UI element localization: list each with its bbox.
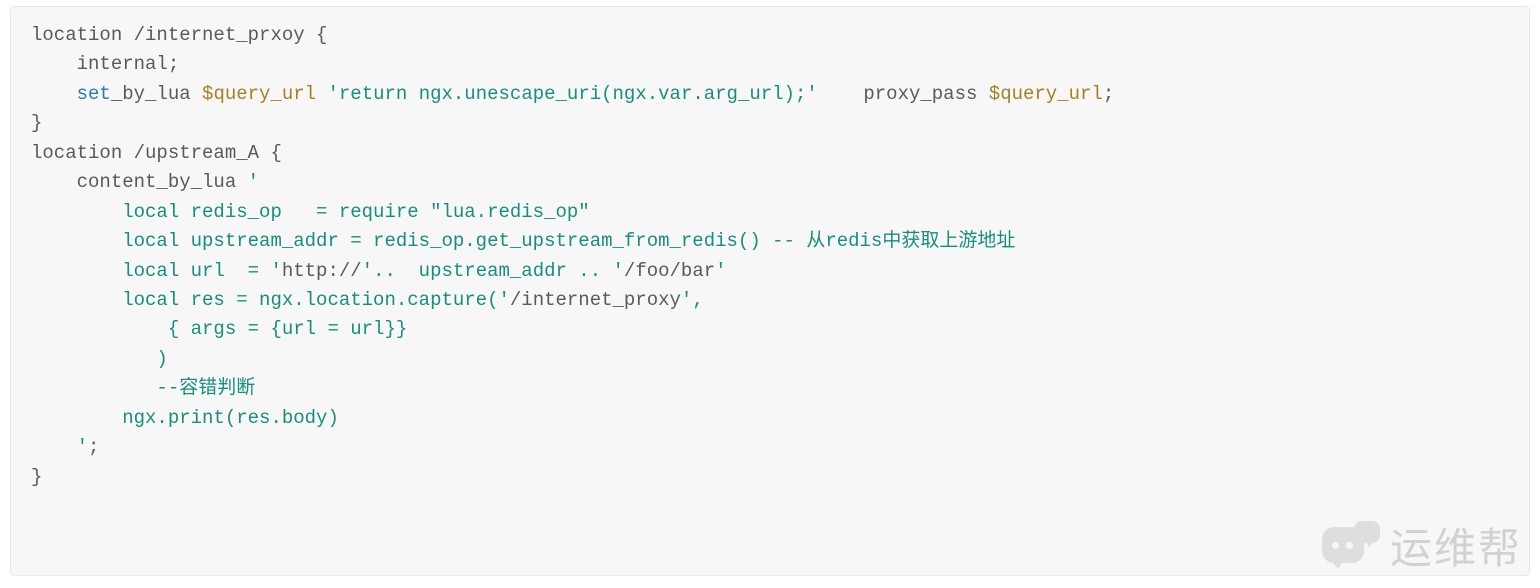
code-text: proxy_pass: [818, 83, 989, 105]
code-text: /internet_proxy: [510, 289, 681, 311]
code-text: ;: [1103, 83, 1114, 105]
code-text: [31, 436, 77, 458]
code-string: --容错判断: [31, 377, 255, 399]
code-text: content_by_lua: [31, 171, 248, 193]
code-line: internal;: [31, 53, 179, 75]
code-line: location /internet_prxoy {: [31, 24, 327, 46]
code-variable: $query_url: [989, 83, 1103, 105]
code-variable: $query_url: [202, 83, 316, 105]
code-text: /foo/bar: [624, 260, 715, 282]
code-string: ': [715, 260, 726, 282]
code-line: }: [31, 466, 42, 488]
code-string: local upstream_addr = redis_op.get_upstr…: [31, 230, 1015, 252]
code-string: ): [31, 348, 168, 370]
code-block: location /internet_prxoy { internal; set…: [10, 6, 1530, 576]
code-string: { args = {url = url}}: [31, 318, 407, 340]
code-string: local res = ngx.location.capture(': [31, 289, 510, 311]
code-line: [31, 83, 77, 105]
code-string: ngx.print(res.body): [31, 407, 339, 429]
code-string: '.. upstream_addr .. ': [362, 260, 624, 282]
code-text: _by_lua: [111, 83, 202, 105]
code-text: ;: [88, 436, 99, 458]
code-string: 'return ngx.unescape_uri(ngx.var.arg_url…: [327, 83, 817, 105]
code-string: local redis_op = require "lua.redis_op": [31, 201, 590, 223]
code-string: ',: [681, 289, 704, 311]
code-string: ': [248, 171, 259, 193]
code-string: ': [77, 436, 88, 458]
code-line: location /upstream_A {: [31, 142, 282, 164]
code-line: }: [31, 112, 42, 134]
code-keyword-set: set: [77, 83, 111, 105]
code-text: http://: [282, 260, 362, 282]
code-text: [316, 83, 327, 105]
code-string: local url = ': [31, 260, 282, 282]
